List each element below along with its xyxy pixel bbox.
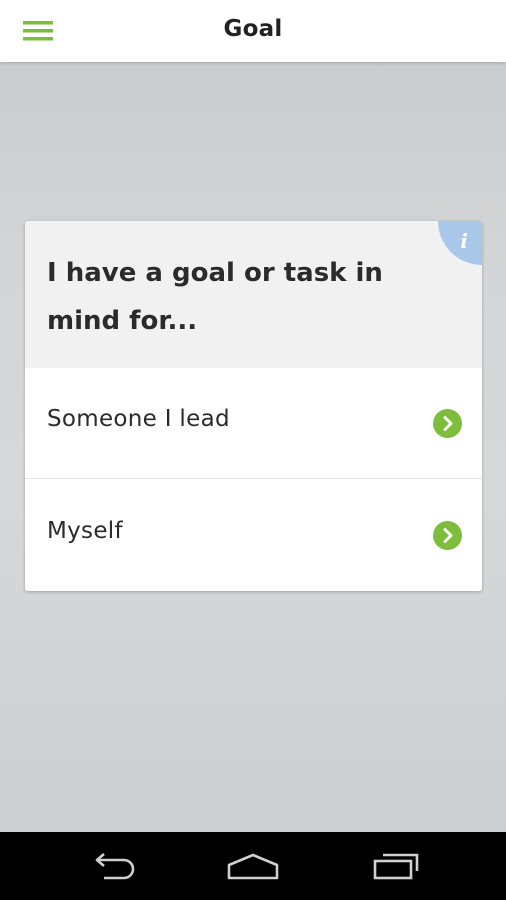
option-myself[interactable]: Myself (25, 480, 482, 591)
option-label: Someone I lead (47, 406, 230, 432)
svg-text:i: i (460, 229, 468, 253)
question-text: I have a goal or task in mind for... (47, 258, 383, 336)
system-nav-bar (0, 832, 506, 900)
question-card: I have a goal or task in mind for... i S… (25, 221, 482, 591)
recent-apps-icon (373, 853, 419, 880)
chevron-right-circle-icon (433, 521, 462, 550)
card-header: I have a goal or task in mind for... (25, 221, 482, 368)
page-title: Goal (223, 16, 283, 42)
option-label: Myself (47, 518, 123, 544)
home-icon (227, 853, 279, 880)
back-button[interactable] (80, 846, 144, 886)
option-someone-i-lead[interactable]: Someone I lead (25, 368, 482, 479)
info-icon: i (438, 221, 482, 265)
back-arrow-icon (95, 853, 135, 880)
home-button[interactable] (221, 846, 285, 886)
info-button[interactable]: i (438, 221, 482, 265)
recent-apps-button[interactable] (363, 846, 427, 886)
app-bar: Goal (0, 0, 506, 62)
chevron-right-circle-icon (433, 409, 462, 438)
